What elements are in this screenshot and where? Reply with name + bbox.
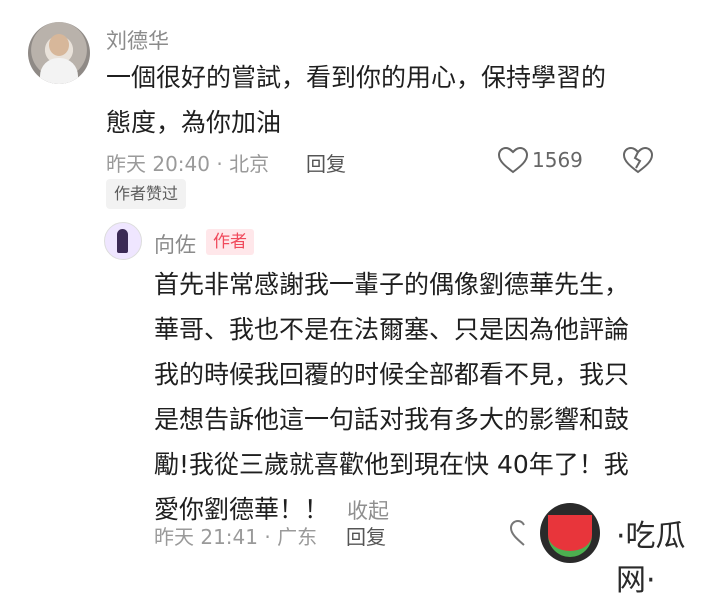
watermark: ·吃瓜网·: [540, 503, 710, 598]
reply-line-4: 是想告訴他這一句話对我有多大的影響和鼓: [154, 405, 630, 434]
comment-timestamp: 昨天 20:40 · 北京: [106, 152, 270, 176]
like-button[interactable]: [497, 146, 529, 174]
reply-avatar[interactable]: [104, 222, 142, 260]
heart-icon: [497, 146, 529, 174]
reply-button[interactable]: 回复: [306, 148, 346, 177]
collapse-button[interactable]: 收起: [347, 499, 389, 523]
watermelon-icon: [540, 503, 600, 563]
reply-line-2: 華哥、我也不是在法爾塞、只是因為他評論: [154, 315, 630, 344]
comment-author[interactable]: 刘德华: [106, 25, 169, 55]
dislike-button[interactable]: [622, 146, 654, 174]
avatar-figure: [117, 229, 128, 253]
reply-last-line: 愛你劉德華！！: [154, 495, 330, 524]
like-count: 1569: [532, 148, 583, 172]
reply-line-5: 勵!我從三歲就喜歡他到現在快 40年了！我: [154, 450, 629, 479]
comment-line-2: 態度，為你加油: [106, 108, 282, 137]
reply-like-button[interactable]: [509, 519, 539, 547]
avatar-face: [49, 34, 69, 56]
reply-text: 首先非常感謝我一輩子的偶像劉德華先生， 華哥、我也不是在法爾塞、只是因為他評論 …: [154, 262, 699, 534]
avatar-shirt: [40, 58, 78, 84]
reply-line-1: 首先非常感謝我一輩子的偶像劉德華先生，: [154, 270, 630, 299]
comment-text: 一個很好的嘗試，看到你的用心，保持學習的 態度，為你加油: [106, 55, 706, 145]
reply-line-3: 我的時候我回覆的时候全部都看不見，我只: [154, 360, 630, 389]
comment-line-1: 一個很好的嘗試，看到你的用心，保持學習的: [106, 63, 607, 92]
author-liked-badge: 作者赞过: [106, 179, 187, 209]
author-tag: 作者: [206, 229, 254, 255]
reply-author[interactable]: 向佐: [154, 229, 196, 259]
watermark-text: ·吃瓜网·: [616, 519, 686, 598]
watermelon-slice: [548, 515, 592, 557]
reply-reply-button[interactable]: 回复: [346, 521, 386, 550]
avatar[interactable]: [28, 22, 90, 84]
broken-heart-icon: [622, 146, 654, 174]
heart-icon: [509, 519, 525, 546]
reply-timestamp: 昨天 21:41 · 广东: [154, 525, 318, 549]
